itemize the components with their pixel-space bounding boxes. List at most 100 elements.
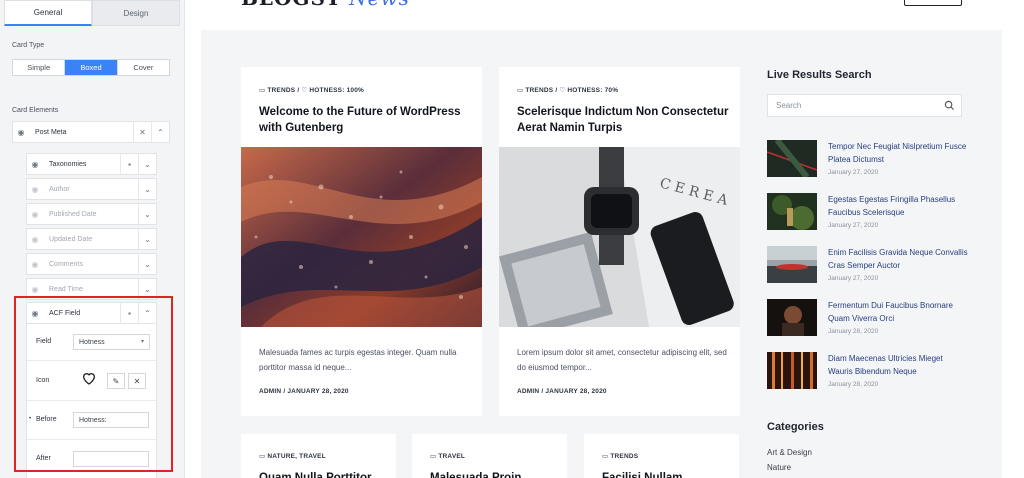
card-meta: ▭ TRENDS / ♡ HOTNESS: 100% [259, 86, 364, 94]
element-post-meta[interactable]: ◉ Post Meta ✕ ⌃ [12, 121, 170, 143]
post-title[interactable]: Egestas Egestas Fringilla Phasellus Fauc… [828, 193, 968, 219]
heart-icon: ♡ [301, 87, 308, 94]
after-input[interactable] [73, 451, 149, 467]
card-type-selector: Simple Boxed Cover [12, 59, 170, 76]
meta-item-published-date[interactable]: ◉ Published Date ⌄ [26, 203, 157, 225]
tab-design[interactable]: Design [92, 0, 180, 26]
list-item[interactable]: Tempor Nec Feugiat Nislpretium Fusce Pla… [767, 140, 967, 180]
meta-item-label: Author [49, 185, 70, 193]
post-thumbnail[interactable] [767, 140, 817, 177]
post-title[interactable]: Tempor Nec Feugiat Nislpretium Fusce Pla… [828, 140, 968, 166]
card-type-simple[interactable]: Simple [13, 60, 66, 75]
site-logo[interactable]: BLOGSY News [241, 0, 410, 10]
category-link[interactable]: Art & Design [767, 448, 812, 457]
post-card[interactable]: ▭ TRENDS / ♡ HOTNESS: 100% Welcome to th… [241, 67, 482, 416]
folder-icon: ▭ [602, 453, 609, 460]
search-input[interactable]: Search [767, 94, 962, 117]
post-card[interactable]: ▭ TRAVEL Malesuada Proin [412, 434, 567, 478]
before-input[interactable]: Hotness: [73, 412, 149, 428]
post-card[interactable]: ▭ TRENDS / ♡ HOTNESS: 70% Scelerisque In… [499, 67, 740, 416]
card-title[interactable]: Quam Nulla Porttitor [259, 470, 399, 478]
post-title[interactable]: Enim Facilisis Gravida Neque Convallis C… [828, 246, 968, 272]
chevron-down-icon[interactable]: ⌄ [138, 154, 156, 174]
chevron-down-icon[interactable]: ⌄ [138, 204, 156, 224]
card-type-cover[interactable]: Cover [118, 60, 169, 75]
eye-off-icon[interactable]: ◉ [27, 235, 43, 244]
heart-icon[interactable] [81, 370, 97, 388]
meta-taxonomy[interactable]: NATURE, TRAVEL [267, 453, 326, 460]
eye-off-icon[interactable]: ◉ [27, 210, 43, 219]
chevron-down-icon[interactable]: ⌄ [138, 279, 156, 299]
meta-taxonomy[interactable]: TRENDS [267, 87, 295, 94]
card-author[interactable]: ADMIN [517, 388, 539, 395]
chevron-down-icon[interactable]: ⌄ [138, 254, 156, 274]
meta-taxonomy[interactable]: TRENDS [610, 453, 638, 460]
acf-after-row: After [26, 440, 157, 478]
post-card[interactable]: ▭ NATURE, TRAVEL Quam Nulla Porttitor [241, 434, 396, 478]
list-item[interactable]: Egestas Egestas Fringilla Phasellus Fauc… [767, 193, 967, 233]
panel-tabs: General Design [4, 0, 180, 26]
tab-general[interactable]: General [4, 0, 92, 26]
post-thumbnail[interactable] [767, 299, 817, 336]
meta-separator: / [555, 87, 558, 94]
list-item[interactable]: Diam Maecenas Ultricies Mieget Wauris Bi… [767, 352, 967, 392]
eye-off-icon[interactable]: ◉ [27, 185, 43, 194]
card-image[interactable]: C E R E A [499, 147, 740, 327]
meta-taxonomy[interactable]: TRAVEL [438, 453, 465, 460]
card-excerpt: Lorem ipsum dolor sit amet, consectetur … [517, 348, 727, 372]
meta-item-label: Updated Date [49, 235, 93, 243]
eye-icon[interactable]: ◉ [27, 309, 43, 318]
eye-icon[interactable]: ◉ [27, 160, 43, 169]
card-title[interactable]: Facilisi Nullam [602, 470, 742, 478]
search-icon[interactable] [944, 100, 955, 111]
eye-off-icon[interactable]: ◉ [27, 260, 43, 269]
post-thumbnail[interactable] [767, 352, 817, 389]
card-title[interactable]: Scelerisque Indictum Non Consectetur Aer… [517, 104, 732, 136]
chevron-down-icon[interactable]: ⌄ [138, 179, 156, 199]
edit-icon-button[interactable]: ✎ [107, 373, 125, 389]
meta-item-author[interactable]: ◉ Author ⌄ [26, 178, 157, 200]
post-thumbnail[interactable] [767, 193, 817, 230]
close-icon[interactable]: ✕ [133, 122, 151, 142]
field-select[interactable]: Hotness ▾ [73, 334, 150, 350]
meta-item-label: Read Time [49, 285, 83, 293]
post-title[interactable]: Fermentum Dui Faucibus Bnornare Quam Viv… [828, 299, 968, 325]
post-date: January 27, 2020 [828, 169, 879, 176]
eye-icon[interactable]: ◉ [13, 128, 29, 137]
header-button[interactable] [904, 0, 962, 6]
category-link[interactable]: Nature [767, 463, 791, 472]
before-label: Before [36, 416, 57, 423]
card-meta: ▭ TRENDS / ♡ HOTNESS: 70% [517, 86, 618, 94]
acf-field-row: Field Hotness ▾ [26, 324, 157, 361]
meta-item-taxonomies[interactable]: ◉ Taxonomies ▪ ⌄ [26, 153, 157, 175]
post-card[interactable]: ▭ TRENDS Facilisi Nullam [584, 434, 739, 478]
meta-taxonomy[interactable]: TRENDS [525, 87, 553, 94]
chevron-up-icon[interactable]: ⌃ [138, 303, 156, 323]
meta-item-comments[interactable]: ◉ Comments ⌄ [26, 253, 157, 275]
folder-icon: ▭ [517, 87, 524, 94]
card-title[interactable]: Welcome to the Future of WordPress with … [259, 104, 474, 136]
card-title[interactable]: Malesuada Proin [430, 470, 570, 478]
settings-icon[interactable]: ▪ [120, 303, 138, 323]
post-date: January 28, 2020 [828, 381, 879, 388]
post-title[interactable]: Diam Maecenas Ultricies Mieget Wauris Bi… [828, 352, 968, 378]
chevron-down-icon[interactable]: ⌄ [138, 229, 156, 249]
meta-item-updated-date[interactable]: ◉ Updated Date ⌄ [26, 228, 157, 250]
card-author[interactable]: ADMIN [259, 388, 281, 395]
chevron-up-icon[interactable]: ⌃ [151, 122, 169, 142]
field-label: Field [36, 338, 52, 345]
card-type-boxed[interactable]: Boxed [65, 60, 118, 75]
meta-item-acf-field[interactable]: ◉ ACF Field ▪ ⌃ [26, 302, 157, 324]
post-thumbnail[interactable] [767, 246, 817, 283]
list-item[interactable]: Enim Facilisis Gravida Neque Convallis C… [767, 246, 968, 286]
card-image[interactable] [241, 147, 482, 327]
card-date: JANUARY 28, 2020 [287, 388, 349, 395]
list-item[interactable]: Fermentum Dui Faucibus Bnornare Quam Viv… [767, 299, 967, 339]
settings-icon[interactable]: ▪ [120, 154, 138, 174]
meta-item-read-time[interactable]: ◉ Read Time ⌄ [26, 278, 157, 300]
remove-icon-button[interactable]: ✕ [128, 373, 146, 389]
post-date: January 28, 2020 [828, 328, 879, 335]
eye-off-icon[interactable]: ◉ [27, 285, 43, 294]
folder-icon: ▭ [430, 453, 437, 460]
card-footer: ADMIN / JANUARY 28, 2020 [259, 388, 349, 395]
